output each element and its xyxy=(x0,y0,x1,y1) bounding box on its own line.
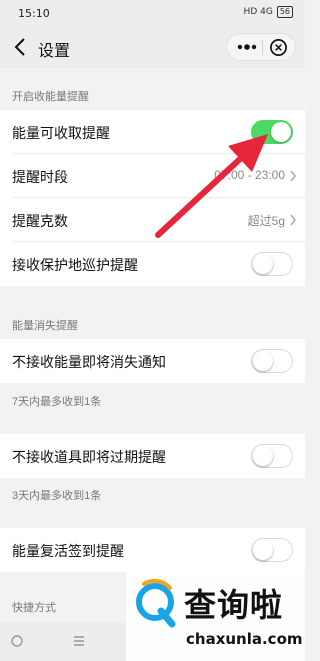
row-energy-collectable: 能量可收取提醒 xyxy=(0,110,305,154)
status-indicators: HD 4G 56 xyxy=(244,6,293,18)
row-label: 不接收能量即将消失通知 xyxy=(12,354,166,370)
reminder-period-value: 07:00 - 23:00 xyxy=(214,168,285,182)
section-header-disappear: 能量消失提醒 xyxy=(12,320,78,332)
toggle-protection-patrol[interactable] xyxy=(251,252,293,276)
note-prop-expire: 3天内最多收到1条 xyxy=(12,490,102,502)
row-label: 不接收道具即将过期提醒 xyxy=(12,449,166,465)
row-reminder-grams[interactable]: 提醒克数 超过5g xyxy=(0,198,305,242)
menu-icon[interactable] xyxy=(70,632,88,650)
close-circle-icon[interactable] xyxy=(269,38,288,57)
mini-program-capsule xyxy=(226,33,296,61)
row-protection-patrol: 接收保护地巡护提醒 xyxy=(0,242,305,286)
row-revive-signin: 能量复活签到提醒 xyxy=(0,528,305,572)
capsule-divider xyxy=(262,40,263,55)
chevron-right-icon xyxy=(290,214,296,226)
row-label: 能量复活签到提醒 xyxy=(12,543,124,559)
toggle-knob xyxy=(271,122,291,142)
row-label: 能量可收取提醒 xyxy=(12,125,110,141)
toggle-knob xyxy=(253,540,273,560)
search-logo-icon xyxy=(136,578,176,628)
toggle-prop-expire[interactable] xyxy=(251,444,293,468)
signal-indicators: HD 4G xyxy=(243,7,273,17)
reminder-grams-value: 超过5g xyxy=(247,214,285,228)
toggle-energy-collectable[interactable] xyxy=(251,120,293,144)
watermark: 查询啦 chaxunla.com xyxy=(126,572,305,661)
toggle-revive-signin[interactable] xyxy=(251,538,293,562)
toggle-disappear-notice[interactable] xyxy=(251,349,293,373)
status-bar: 15:10 HD 4G 56 xyxy=(0,0,305,26)
watermark-url: chaxunla.com xyxy=(186,630,303,648)
row-label: 提醒克数 xyxy=(12,213,68,229)
row-reminder-period[interactable]: 提醒时段 07:00 - 23:00 xyxy=(0,154,305,198)
chevron-right-icon xyxy=(290,170,296,182)
row-label: 提醒时段 xyxy=(12,169,68,185)
row-disappear-notice: 不接收能量即将消失通知 xyxy=(0,339,305,383)
more-dots-icon[interactable] xyxy=(235,41,259,53)
note-disappear: 7天内最多收到1条 xyxy=(12,396,102,408)
home-circle-icon[interactable] xyxy=(8,632,26,650)
row-prop-expire: 不接收道具即将过期提醒 xyxy=(0,434,305,478)
back-arrow-icon[interactable] xyxy=(10,35,32,59)
page-title: 设置 xyxy=(38,43,71,60)
row-label: 接收保护地巡护提醒 xyxy=(12,257,138,273)
watermark-title: 查询啦 xyxy=(184,586,284,624)
toggle-knob xyxy=(253,446,273,466)
toggle-knob xyxy=(253,351,273,371)
battery-icon: 56 xyxy=(276,6,293,18)
nav-bar: 设置 xyxy=(0,26,305,68)
section-header-energy: 开启收能量提醒 xyxy=(12,91,89,103)
toggle-knob xyxy=(253,254,273,274)
status-time: 15:10 xyxy=(18,7,50,20)
